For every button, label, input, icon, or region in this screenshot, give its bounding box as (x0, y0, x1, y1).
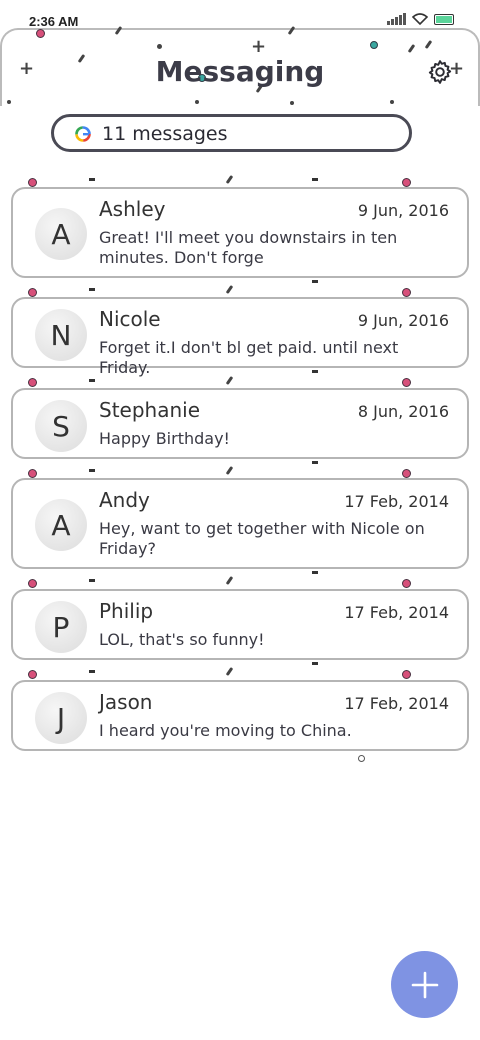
sender-name: Jason (99, 690, 153, 714)
message-date: 8 Jun, 2016 (357, 402, 449, 421)
confetti-tick-icon (89, 579, 95, 582)
confetti-tick-icon (312, 571, 318, 574)
confetti-dot-icon (28, 670, 37, 679)
message-preview: Happy Birthday! (99, 429, 230, 448)
confetti-dash-icon (225, 174, 234, 185)
confetti-dot-icon (28, 469, 37, 478)
confetti-tick-icon (312, 370, 318, 373)
confetti-dot-icon (358, 755, 365, 762)
confetti-dot-icon (28, 288, 37, 297)
confetti-dot-icon (402, 579, 411, 588)
sender-name: Andy (99, 488, 150, 512)
message-date: 17 Feb, 2014 (344, 694, 449, 713)
message-date: 17 Feb, 2014 (344, 603, 449, 622)
confetti-tick-icon (312, 662, 318, 665)
confetti-tick-icon (89, 178, 95, 181)
message-date: 9 Jun, 2016 (357, 201, 449, 220)
confetti-tick-icon (89, 288, 95, 291)
confetti-dot-icon (7, 100, 11, 104)
message-item[interactable]: A Andy 17 Feb, 2014 Hey, want to get tog… (11, 478, 469, 569)
confetti-dot-icon (290, 101, 294, 105)
plus-icon (411, 971, 438, 998)
sender-name: Philip (99, 599, 154, 623)
page-title: Messaging (155, 55, 325, 88)
message-item[interactable]: P Philip 17 Feb, 2014 LOL, that's so fun… (11, 589, 469, 660)
message-preview: I heard you're moving to China. (99, 721, 352, 740)
confetti-dash-icon (225, 284, 234, 295)
message-preview: LOL, that's so funny! (99, 630, 265, 649)
confetti-tick-icon (89, 379, 95, 382)
confetti-dot-icon (157, 44, 162, 49)
avatar: N (35, 309, 87, 361)
message-item[interactable]: J Jason 17 Feb, 2014 I heard you're movi… (11, 680, 469, 751)
confetti-tick-icon (312, 461, 318, 464)
confetti-dot-icon (402, 288, 411, 297)
confetti-dash-icon (225, 575, 234, 586)
message-date: 17 Feb, 2014 (344, 492, 449, 511)
confetti-dot-icon (402, 469, 411, 478)
sender-name: Nicole (99, 307, 161, 331)
avatar: A (35, 208, 87, 260)
confetti-dot-icon (402, 378, 411, 387)
confetti-dot-icon (36, 29, 45, 38)
google-icon (75, 126, 91, 142)
confetti-tick-icon (312, 280, 318, 283)
confetti-dot-icon (402, 178, 411, 187)
status-bar: 2:36 AM (0, 0, 480, 30)
message-preview: Forget it.I don't bl get paid. until nex… (99, 338, 399, 377)
message-item[interactable]: S Stephanie 8 Jun, 2016 Happy Birthday! (11, 388, 469, 459)
message-preview: Hey, want to get together with Nicole on… (99, 519, 425, 558)
avatar: S (35, 400, 87, 452)
message-item[interactable]: N Nicole 9 Jun, 2016 Forget it.I don't b… (11, 297, 469, 377)
status-icons (387, 13, 454, 25)
wifi-icon (412, 13, 428, 25)
avatar: J (35, 692, 87, 744)
sender-name: Ashley (99, 197, 166, 221)
gear-icon[interactable] (427, 59, 453, 85)
message-count-pill[interactable]: 11 messages (51, 114, 412, 152)
message-date: 9 Jun, 2016 (357, 311, 449, 330)
battery-icon (434, 13, 454, 25)
avatar: P (35, 601, 87, 653)
confetti-dot-icon (28, 178, 37, 187)
confetti-tick-icon (312, 178, 318, 181)
message-count-label: 11 messages (102, 123, 228, 145)
confetti-tick-icon (89, 670, 95, 673)
confetti-dot-icon (195, 100, 199, 104)
confetti-dot-icon (28, 378, 37, 387)
signal-icon (387, 13, 406, 25)
avatar: A (35, 499, 87, 551)
message-item[interactable]: A Ashley 9 Jun, 2016 Great! I'll meet yo… (11, 187, 469, 278)
confetti-dash-icon (225, 666, 234, 677)
status-time: 2:36 AM (29, 14, 79, 29)
confetti-dot-icon (370, 41, 378, 49)
message-preview: Great! I'll meet you downstairs in ten m… (99, 228, 398, 267)
confetti-tick-icon (89, 469, 95, 472)
confetti-plus-icon: + (251, 36, 267, 57)
confetti-dot-icon (402, 670, 411, 679)
confetti-dot-icon (390, 100, 394, 104)
sender-name: Stephanie (99, 398, 201, 422)
confetti-dot-icon (28, 579, 37, 588)
new-message-button[interactable] (391, 951, 458, 1018)
confetti-dash-icon (225, 465, 234, 476)
